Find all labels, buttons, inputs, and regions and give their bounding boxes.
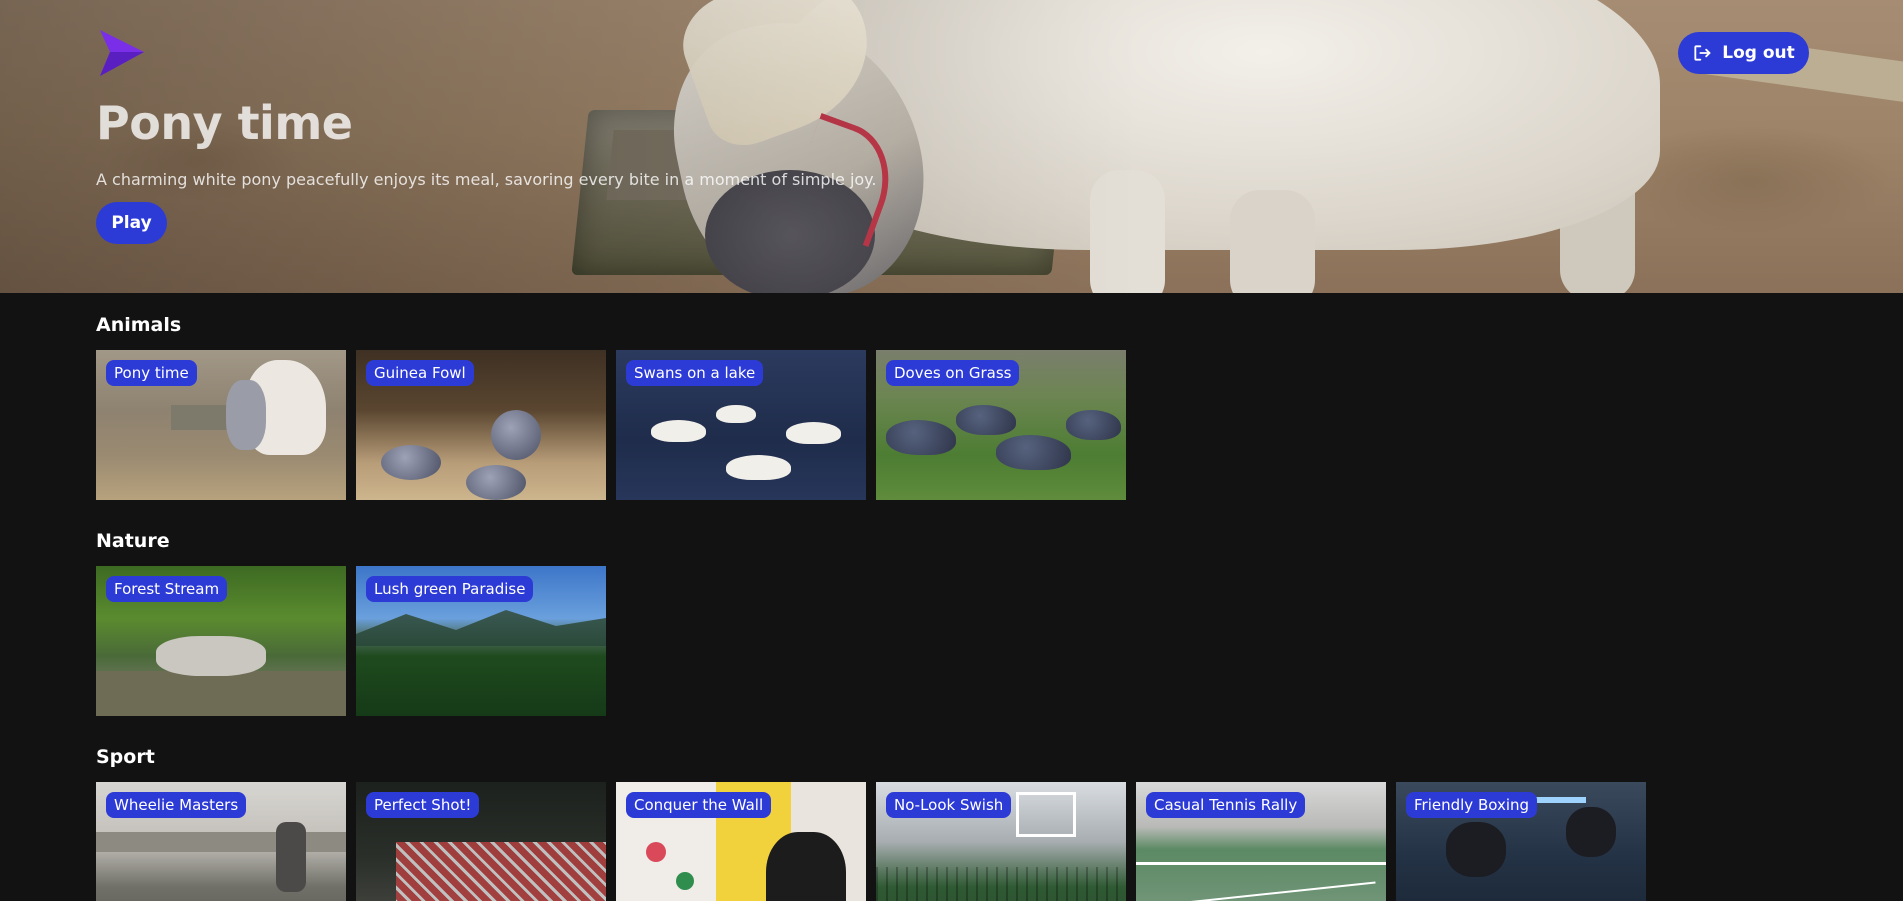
- video-card-guinea-fowl[interactable]: Guinea Fowl: [356, 350, 606, 500]
- video-row: Forest Stream Lush green Paradise: [96, 566, 606, 716]
- logout-label: Log out: [1722, 43, 1795, 63]
- section-nature: Nature Forest Stream Lush green Paradise: [96, 530, 606, 716]
- section-title: Nature: [96, 530, 170, 552]
- hero-title: Pony time: [96, 96, 353, 150]
- app-logo-icon[interactable]: [96, 28, 146, 78]
- play-button[interactable]: Play: [96, 202, 167, 244]
- video-title-badge: Perfect Shot!: [366, 792, 480, 818]
- video-card-doves-on-grass[interactable]: Doves on Grass: [876, 350, 1126, 500]
- logout-icon: [1694, 45, 1711, 61]
- video-card-friendly-boxing[interactable]: Friendly Boxing: [1396, 782, 1646, 901]
- video-card-wheelie-masters[interactable]: Wheelie Masters: [96, 782, 346, 901]
- video-card-lush-green-paradise[interactable]: Lush green Paradise: [356, 566, 606, 716]
- video-title-badge: Casual Tennis Rally: [1146, 792, 1306, 818]
- section-title: Animals: [96, 314, 182, 336]
- video-title-badge: Doves on Grass: [886, 360, 1020, 386]
- video-card-pony-time[interactable]: Pony time: [96, 350, 346, 500]
- video-row: Wheelie Masters Perfect Shot! Conquer th…: [96, 782, 1646, 901]
- video-title-badge: Guinea Fowl: [366, 360, 474, 386]
- video-title-badge: Lush green Paradise: [366, 576, 534, 602]
- video-card-swans-on-a-lake[interactable]: Swans on a lake: [616, 350, 866, 500]
- video-card-conquer-the-wall[interactable]: Conquer the Wall: [616, 782, 866, 901]
- video-card-forest-stream[interactable]: Forest Stream: [96, 566, 346, 716]
- video-card-perfect-shot[interactable]: Perfect Shot!: [356, 782, 606, 901]
- section-sport: Sport Wheelie Masters Perfect Shot! Conq…: [96, 746, 1646, 901]
- video-title-badge: Swans on a lake: [626, 360, 764, 386]
- video-title-badge: Conquer the Wall: [626, 792, 772, 818]
- video-title-badge: Forest Stream: [106, 576, 228, 602]
- section-title: Sport: [96, 746, 155, 768]
- video-title-badge: Pony time: [106, 360, 197, 386]
- video-title-badge: Friendly Boxing: [1406, 792, 1538, 818]
- video-title-badge: No-Look Swish: [886, 792, 1012, 818]
- hero-description: A charming white pony peacefully enjoys …: [96, 170, 877, 189]
- video-card-casual-tennis-rally[interactable]: Casual Tennis Rally: [1136, 782, 1386, 901]
- video-row: Pony time Guinea Fowl Swans on a lake Do…: [96, 350, 1126, 500]
- video-card-no-look-swish[interactable]: No-Look Swish: [876, 782, 1126, 901]
- logout-button[interactable]: Log out: [1678, 32, 1809, 74]
- video-title-badge: Wheelie Masters: [106, 792, 247, 818]
- section-animals: Animals Pony time Guinea Fowl Swans on a…: [96, 314, 1126, 500]
